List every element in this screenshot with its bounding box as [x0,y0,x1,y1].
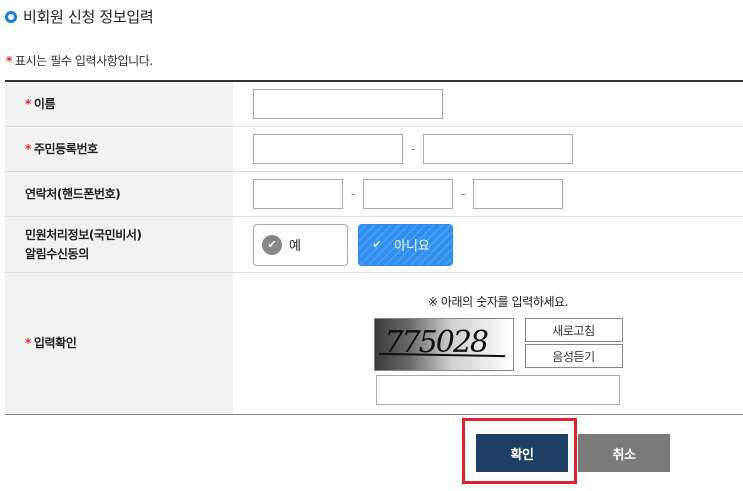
consent-no-label: 아니요 [394,239,430,254]
captcha-label: * 입력확인 [5,273,233,414]
captcha-guide: ※ 아래의 숫자를 입력하세요. [427,295,569,309]
captcha-input[interactable] [376,375,620,405]
consent-label-line2: 알림수신동의 [25,246,89,261]
rrn-label: * 주민등록번호 [5,127,233,171]
phone-label: 연락처(핸드폰번호) [5,172,233,216]
required-star-icon: * [25,141,31,156]
phone-middle-input[interactable] [363,179,453,209]
cancel-button[interactable]: 취소 [578,434,670,472]
rrn-back-input[interactable] [423,134,573,164]
rrn-label-text: 주민등록번호 [33,141,98,156]
name-cell [233,82,743,126]
dash-separator: - [461,186,466,202]
refresh-button[interactable]: 새로고침 [524,318,623,342]
dash-separator: - [351,186,356,202]
captcha-buttons: 새로고침 음성듣기 [524,318,623,370]
button-area: 확인 취소 [0,418,743,484]
confirm-button[interactable]: 확인 [476,434,568,472]
consent-yes-label: 예 [289,239,301,254]
required-note-text: 표시는 필수 입력사항입니다. [14,54,153,68]
required-star-icon: * [25,96,31,111]
page-title: 비회원 신청 정보입력 [23,8,154,26]
required-star-icon: * [6,54,12,68]
check-icon: ✔ [262,234,282,255]
phone-last-input[interactable] [473,179,563,209]
consent-no-option[interactable]: ✔ 아니요 [358,223,453,266]
rrn-cell: - [233,127,743,171]
audio-button[interactable]: 음성듣기 [524,344,623,368]
dash-separator: - [411,141,416,157]
phone-cell: - - [233,172,743,216]
consent-cell: ✔ 예 ✔ 아니요 [233,217,743,272]
required-star-icon: * [25,336,31,350]
captcha-group: 775028 새로고침 음성듣기 [373,318,623,371]
name-label: * 이름 [5,82,233,126]
consent-row: 민원처리정보(국민비서) 알림수신동의 ✔ 예 ✔ 아니요 [5,217,743,273]
consent-yes-option[interactable]: ✔ 예 [253,223,348,266]
name-label-text: 이름 [33,96,56,111]
page-header: 비회원 신청 정보입력 [5,6,154,27]
consent-label: 민원처리정보(국민비서) 알림수신동의 [5,217,233,272]
name-input[interactable] [253,89,443,119]
required-note: * 표시는 필수 입력사항입니다. [6,52,153,69]
consent-label-line1: 민원처리정보(국민비서) [25,227,142,242]
check-icon: ✔ [372,238,382,251]
application-form: * 이름 * 주민등록번호 - 연락처(핸드폰번호) - - 민원처리정보(국민비서… [5,80,743,415]
captcha-label-text: 입력확인 [33,336,77,350]
rrn-row: * 주민등록번호 - [5,127,743,172]
name-row: * 이름 [5,82,743,127]
captcha-image: 775028 [373,318,514,371]
captcha-row: * 입력확인 ※ 아래의 숫자를 입력하세요. 775028 새로고침 음성듣기 [5,273,743,415]
captcha-cell: ※ 아래의 숫자를 입력하세요. 775028 새로고침 음성듣기 [233,273,743,414]
circle-bullet-icon [5,10,17,23]
phone-first-input[interactable] [253,179,343,209]
phone-row: 연락처(핸드폰번호) - - [5,172,743,217]
rrn-front-input[interactable] [253,134,403,164]
